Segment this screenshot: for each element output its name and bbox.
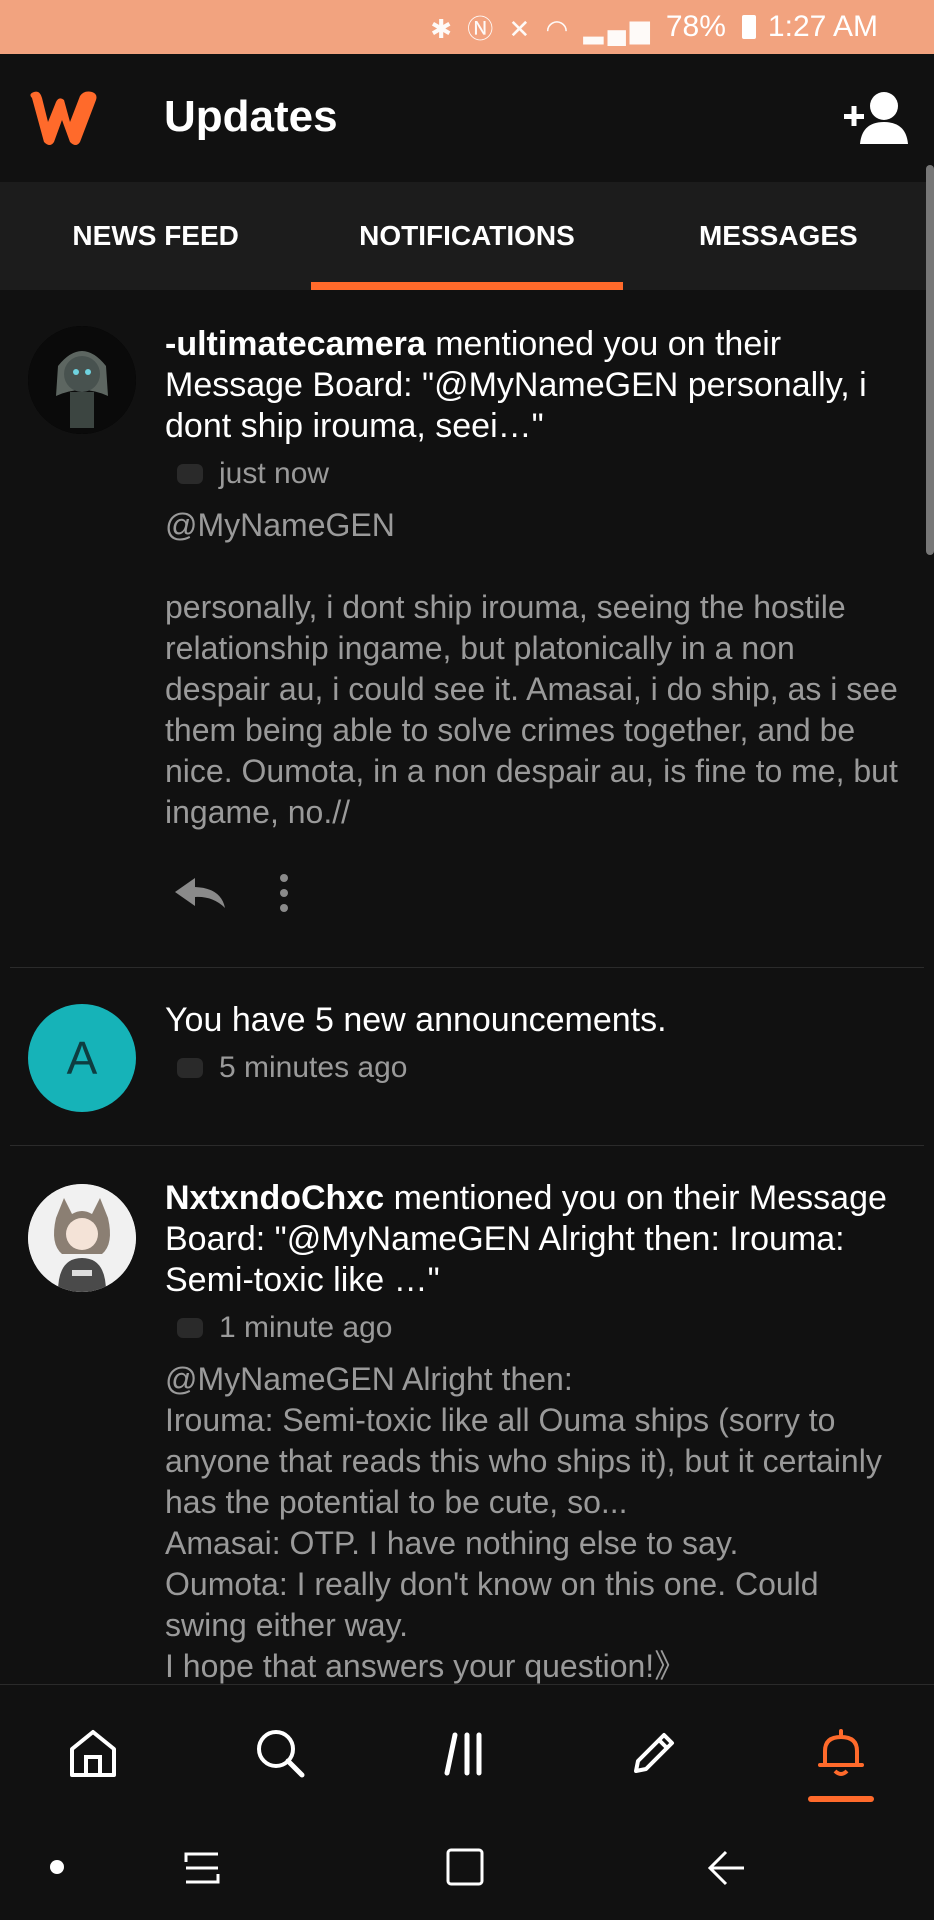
dot-indicator <box>50 1860 64 1874</box>
avatar-letter: A <box>66 1032 98 1084</box>
home-button-icon[interactable] <box>444 1846 486 1888</box>
clock: 1:27 AM <box>767 10 878 43</box>
nav-library[interactable] <box>422 1708 512 1798</box>
tab-notifications[interactable]: NOTIFICATIONS <box>311 182 623 290</box>
battery-icon <box>741 15 756 39</box>
notification-item[interactable]: A You have 5 new announcements. 5 minute… <box>0 968 934 1145</box>
comment-icon <box>177 1318 203 1338</box>
home-icon <box>70 1729 117 1777</box>
username[interactable]: NxtxndoChxc <box>165 1179 384 1217</box>
wattpad-logo[interactable] <box>26 88 102 148</box>
notification-headline: NxtxndoChxc mentioned you on their Messa… <box>165 1179 887 1299</box>
nav-home[interactable] <box>48 1708 138 1798</box>
timestamp: just now <box>219 457 330 490</box>
notification-item[interactable]: NxtxndoChxc mentioned you on their Messa… <box>0 1146 934 1687</box>
nav-search[interactable] <box>235 1708 325 1798</box>
avatar[interactable] <box>28 1184 136 1292</box>
battery-level: 78% <box>665 10 726 43</box>
notification-item[interactable]: -ultimatecamera mentioned you on their M… <box>0 290 934 939</box>
tab-messages[interactable]: MESSAGES <box>623 182 934 290</box>
recent-apps-icon[interactable] <box>182 1848 222 1888</box>
page-title: Updates <box>164 92 338 141</box>
notification-headline: -ultimatecamera mentioned you on their M… <box>165 325 867 445</box>
notifications-list: -ultimatecamera mentioned you on their M… <box>0 290 934 1687</box>
nav-notifications[interactable] <box>796 1708 886 1802</box>
back-icon[interactable] <box>706 1848 748 1888</box>
more-options-icon[interactable] <box>277 873 291 913</box>
reply-icon[interactable] <box>173 876 227 910</box>
notification-actions <box>173 863 904 923</box>
app-bar: Updates <box>0 54 934 182</box>
tab-bar: NEWS FEED NOTIFICATIONS MESSAGES <box>0 182 934 290</box>
avatar[interactable]: A <box>28 1004 136 1112</box>
bottom-navigation <box>0 1684 934 1820</box>
notifications-bell-icon <box>817 1728 864 1776</box>
library-icon <box>444 1732 482 1775</box>
notification-meta: 1 minute ago <box>177 1311 904 1345</box>
add-friend-button[interactable] <box>844 88 908 148</box>
search-icon <box>257 1729 305 1777</box>
tab-news-feed[interactable]: NEWS FEED <box>0 182 311 290</box>
avatar[interactable] <box>28 326 136 434</box>
username[interactable]: -ultimatecamera <box>165 325 426 363</box>
message-body: @MyNameGEN personally, i dont ship iroum… <box>165 507 898 830</box>
message-body: @MyNameGEN Alright then: Irouma: Semi-to… <box>165 1361 882 1684</box>
status-icons: ✱ Ⓝ ✕ ◠ ▂▄▆ <box>430 13 654 44</box>
timestamp: 1 minute ago <box>219 1311 393 1344</box>
notification-headline: You have 5 new announcements. <box>165 1001 667 1039</box>
nav-write[interactable] <box>609 1708 699 1798</box>
timestamp: 5 minutes ago <box>219 1051 408 1084</box>
system-navigation-bar <box>0 1820 934 1920</box>
comment-icon <box>177 464 203 484</box>
notification-meta: just now <box>177 457 904 491</box>
status-bar: ✱ Ⓝ ✕ ◠ ▂▄▆ 78% 1:27 AM <box>0 0 934 54</box>
comment-icon <box>177 1058 203 1078</box>
notification-meta: 5 minutes ago <box>177 1051 904 1085</box>
write-icon <box>633 1732 674 1773</box>
